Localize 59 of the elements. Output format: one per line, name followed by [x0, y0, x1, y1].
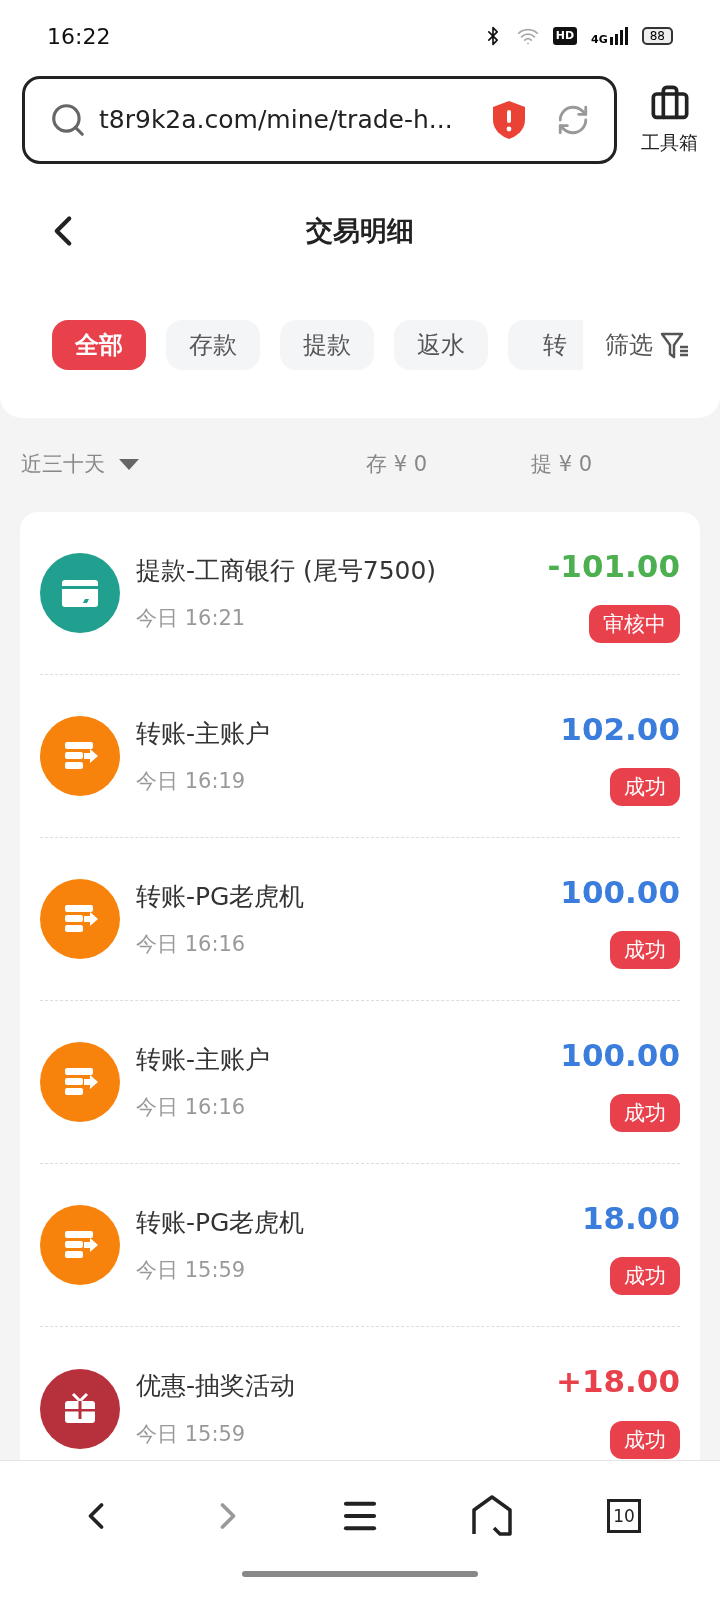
- warning-shield-icon: [492, 100, 526, 140]
- transaction-row[interactable]: 转账-主账户 今日 16:16 100.00 成功: [40, 1001, 680, 1164]
- transaction-amount: 18.00: [581, 1198, 680, 1238]
- signal-icon: [609, 27, 628, 45]
- home-icon: [470, 1494, 514, 1538]
- transaction-title: 提款-工商银行 (尾号7500): [136, 554, 438, 587]
- toolbox-button[interactable]: 工具箱: [641, 83, 698, 157]
- status-badge: 成功: [610, 931, 680, 970]
- status-badge: 成功: [610, 1257, 680, 1296]
- transaction-time: 今日 16:21: [136, 605, 247, 632]
- withdraw-total: 提 ¥ 0: [531, 451, 593, 479]
- transaction-row[interactable]: 优惠-抽奖活动 今日 15:59 +18.00 成功: [40, 1327, 680, 1460]
- transaction-amount: 102.00: [560, 709, 680, 749]
- transfer-icon: [40, 1042, 120, 1122]
- transaction-row[interactable]: 转账-主账户 今日 16:19 102.00 成功: [40, 675, 680, 838]
- gift-icon: [40, 1368, 120, 1449]
- transaction-time: 今日 15:59: [136, 1420, 247, 1448]
- transaction-title: 转账-主账户: [136, 1043, 272, 1076]
- transaction-time: 今日 16:16: [136, 1094, 247, 1121]
- filter-button[interactable]: 筛选: [605, 320, 691, 370]
- transaction-time: 今日 16:16: [136, 931, 247, 958]
- hd-badge: HD: [552, 27, 578, 45]
- status-badge: 成功: [610, 1420, 680, 1459]
- deposit-total: 存 ¥ 0: [366, 451, 429, 479]
- transaction-row[interactable]: 转账-PG老虎机 今日 15:59 18.00 成功: [40, 1164, 680, 1327]
- address-bar[interactable]: t8r9k2a.com/mine/trade-h...: [22, 76, 617, 164]
- transfer-icon: [40, 716, 120, 796]
- transaction-title: 优惠-抽奖活动: [136, 1370, 297, 1402]
- network-label: 4G: [591, 34, 608, 45]
- clock: 16:22: [47, 22, 111, 51]
- transaction-title: 转账-PG老虎机: [136, 1206, 306, 1239]
- tabs-button[interactable]: 10: [589, 1481, 659, 1551]
- battery-indicator: 88: [641, 27, 673, 45]
- filter-tab[interactable]: 返水: [394, 320, 488, 370]
- transaction-time: 今日 16:19: [136, 768, 247, 795]
- transfer-icon: [40, 1205, 120, 1285]
- filter-tab[interactable]: 全部: [52, 320, 146, 370]
- filter-tab[interactable]: 存款: [166, 320, 260, 370]
- status-badge: 成功: [610, 768, 680, 807]
- page-title: 交易明细: [306, 213, 414, 248]
- transaction-title: 转账-PG老虎机: [136, 880, 306, 913]
- transaction-time: 今日 15:59: [136, 1257, 247, 1284]
- card-icon: [40, 553, 120, 633]
- status-badge: 成功: [610, 1094, 680, 1133]
- caret-icon: [119, 459, 139, 471]
- transaction-title: 转账-主账户: [136, 717, 272, 750]
- transaction-amount: 100.00: [560, 872, 680, 912]
- transaction-row[interactable]: 提款-工商银行 (尾号7500) 今日 16:21 -101.00 审核中: [40, 512, 680, 675]
- filter-tab[interactable]: 提款: [280, 320, 374, 370]
- url-text: t8r9k2a.com/mine/trade-h...: [99, 104, 454, 137]
- search-icon: [49, 101, 87, 139]
- status-badge: 审核中: [589, 605, 680, 644]
- filter-tab[interactable]: 转: [508, 320, 583, 370]
- transaction-amount: -101.00: [547, 546, 680, 586]
- transfer-icon: [40, 879, 120, 959]
- transaction-amount: +18.00: [555, 1362, 680, 1402]
- reload-icon[interactable]: [556, 103, 590, 137]
- transaction-amount: 100.00: [560, 1035, 680, 1075]
- transaction-row[interactable]: 转账-PG老虎机 今日 16:16 100.00 成功: [40, 838, 680, 1001]
